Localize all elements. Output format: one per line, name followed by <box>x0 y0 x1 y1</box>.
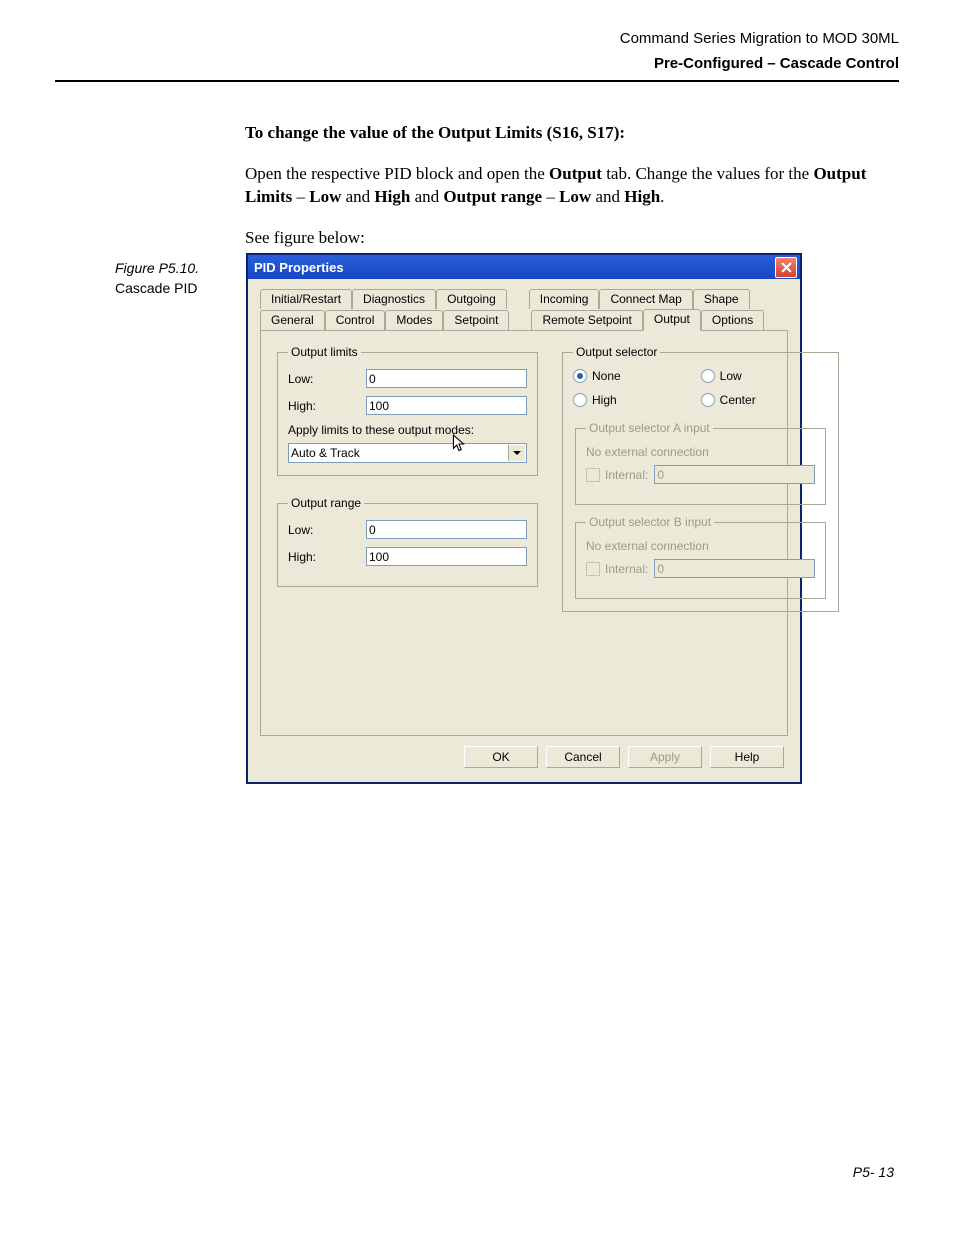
selector-b-internal-input <box>654 559 815 578</box>
output-limits-group: Output limits Low: High: Apply limits to… <box>277 345 538 476</box>
instruction-paragraph: Open the respective PID block and open t… <box>245 163 899 209</box>
figure-caption: Cascade PID <box>115 280 235 296</box>
apply-limits-value: Auto & Track <box>291 446 360 460</box>
dialog-titlebar[interactable]: PID Properties <box>248 255 800 279</box>
output-range-high-input[interactable] <box>366 547 527 566</box>
close-icon <box>781 262 792 273</box>
output-selector-legend: Output selector <box>573 345 660 359</box>
output-limits-legend: Output limits <box>288 345 361 359</box>
tab-control[interactable]: Control <box>325 310 386 330</box>
radio-none[interactable]: None <box>573 369 701 383</box>
header-rule <box>55 80 899 82</box>
tab-panel-output: Output limits Low: High: Apply limits to… <box>260 330 788 736</box>
selector-a-static: No external connection <box>586 445 815 459</box>
tab-initial-restart[interactable]: Initial/Restart <box>260 289 352 309</box>
output-range-low-input[interactable] <box>366 520 527 539</box>
tab-options[interactable]: Options <box>701 310 764 330</box>
see-figure-text: See figure below: <box>245 227 899 250</box>
section-heading: To change the value of the Output Limits… <box>245 123 625 142</box>
page-header-line2: Pre-Configured – Cascade Control <box>55 55 899 72</box>
close-button[interactable] <box>775 257 797 278</box>
selector-b-static: No external connection <box>586 539 815 553</box>
selector-a-group: Output selector A input No external conn… <box>575 421 826 505</box>
output-limits-low-label: Low: <box>288 372 360 386</box>
output-range-group: Output range Low: High: <box>277 496 538 587</box>
dialog-title: PID Properties <box>254 260 344 275</box>
output-range-high-label: High: <box>288 550 360 564</box>
output-range-legend: Output range <box>288 496 364 510</box>
tab-modes[interactable]: Modes <box>385 310 443 330</box>
tab-shape[interactable]: Shape <box>693 289 750 309</box>
tab-connect-map[interactable]: Connect Map <box>599 289 692 309</box>
output-range-low-label: Low: <box>288 523 360 537</box>
output-selector-group: Output selector None Low High Center Out… <box>562 345 839 612</box>
selector-b-group: Output selector B input No external conn… <box>575 515 826 599</box>
apply-button: Apply <box>628 746 702 768</box>
selector-b-internal-check: Internal: <box>586 562 648 576</box>
output-limits-high-label: High: <box>288 399 360 413</box>
selector-a-legend: Output selector A input <box>586 421 713 435</box>
tab-remote-setpoint[interactable]: Remote Setpoint <box>531 310 642 330</box>
tab-incoming[interactable]: Incoming <box>529 289 600 309</box>
tab-output[interactable]: Output <box>643 309 701 331</box>
tab-outgoing[interactable]: Outgoing <box>436 289 507 309</box>
ok-button[interactable]: OK <box>464 746 538 768</box>
apply-limits-select[interactable]: Auto & Track <box>288 443 527 463</box>
chevron-down-icon <box>508 445 525 461</box>
help-button[interactable]: Help <box>710 746 784 768</box>
selector-a-internal-check: Internal: <box>586 468 648 482</box>
radio-low[interactable]: Low <box>701 369 829 383</box>
selector-a-internal-input <box>654 465 815 484</box>
page-header-line1: Command Series Migration to MOD 30ML <box>55 30 899 47</box>
figure-label: Figure P5.10. <box>115 260 199 276</box>
radio-high[interactable]: High <box>573 393 701 407</box>
page-number: P5- 13 <box>853 1164 894 1180</box>
apply-limits-label: Apply limits to these output modes: <box>288 423 527 437</box>
output-limits-low-input[interactable] <box>366 369 527 388</box>
tab-setpoint[interactable]: Setpoint <box>443 310 509 330</box>
tab-diagnostics[interactable]: Diagnostics <box>352 289 436 309</box>
output-limits-high-input[interactable] <box>366 396 527 415</box>
selector-b-legend: Output selector B input <box>586 515 714 529</box>
radio-center[interactable]: Center <box>701 393 829 407</box>
pid-properties-dialog: PID Properties Initial/Restart Diagnosti… <box>246 253 802 784</box>
cancel-button[interactable]: Cancel <box>546 746 620 768</box>
tab-general[interactable]: General <box>260 310 325 330</box>
